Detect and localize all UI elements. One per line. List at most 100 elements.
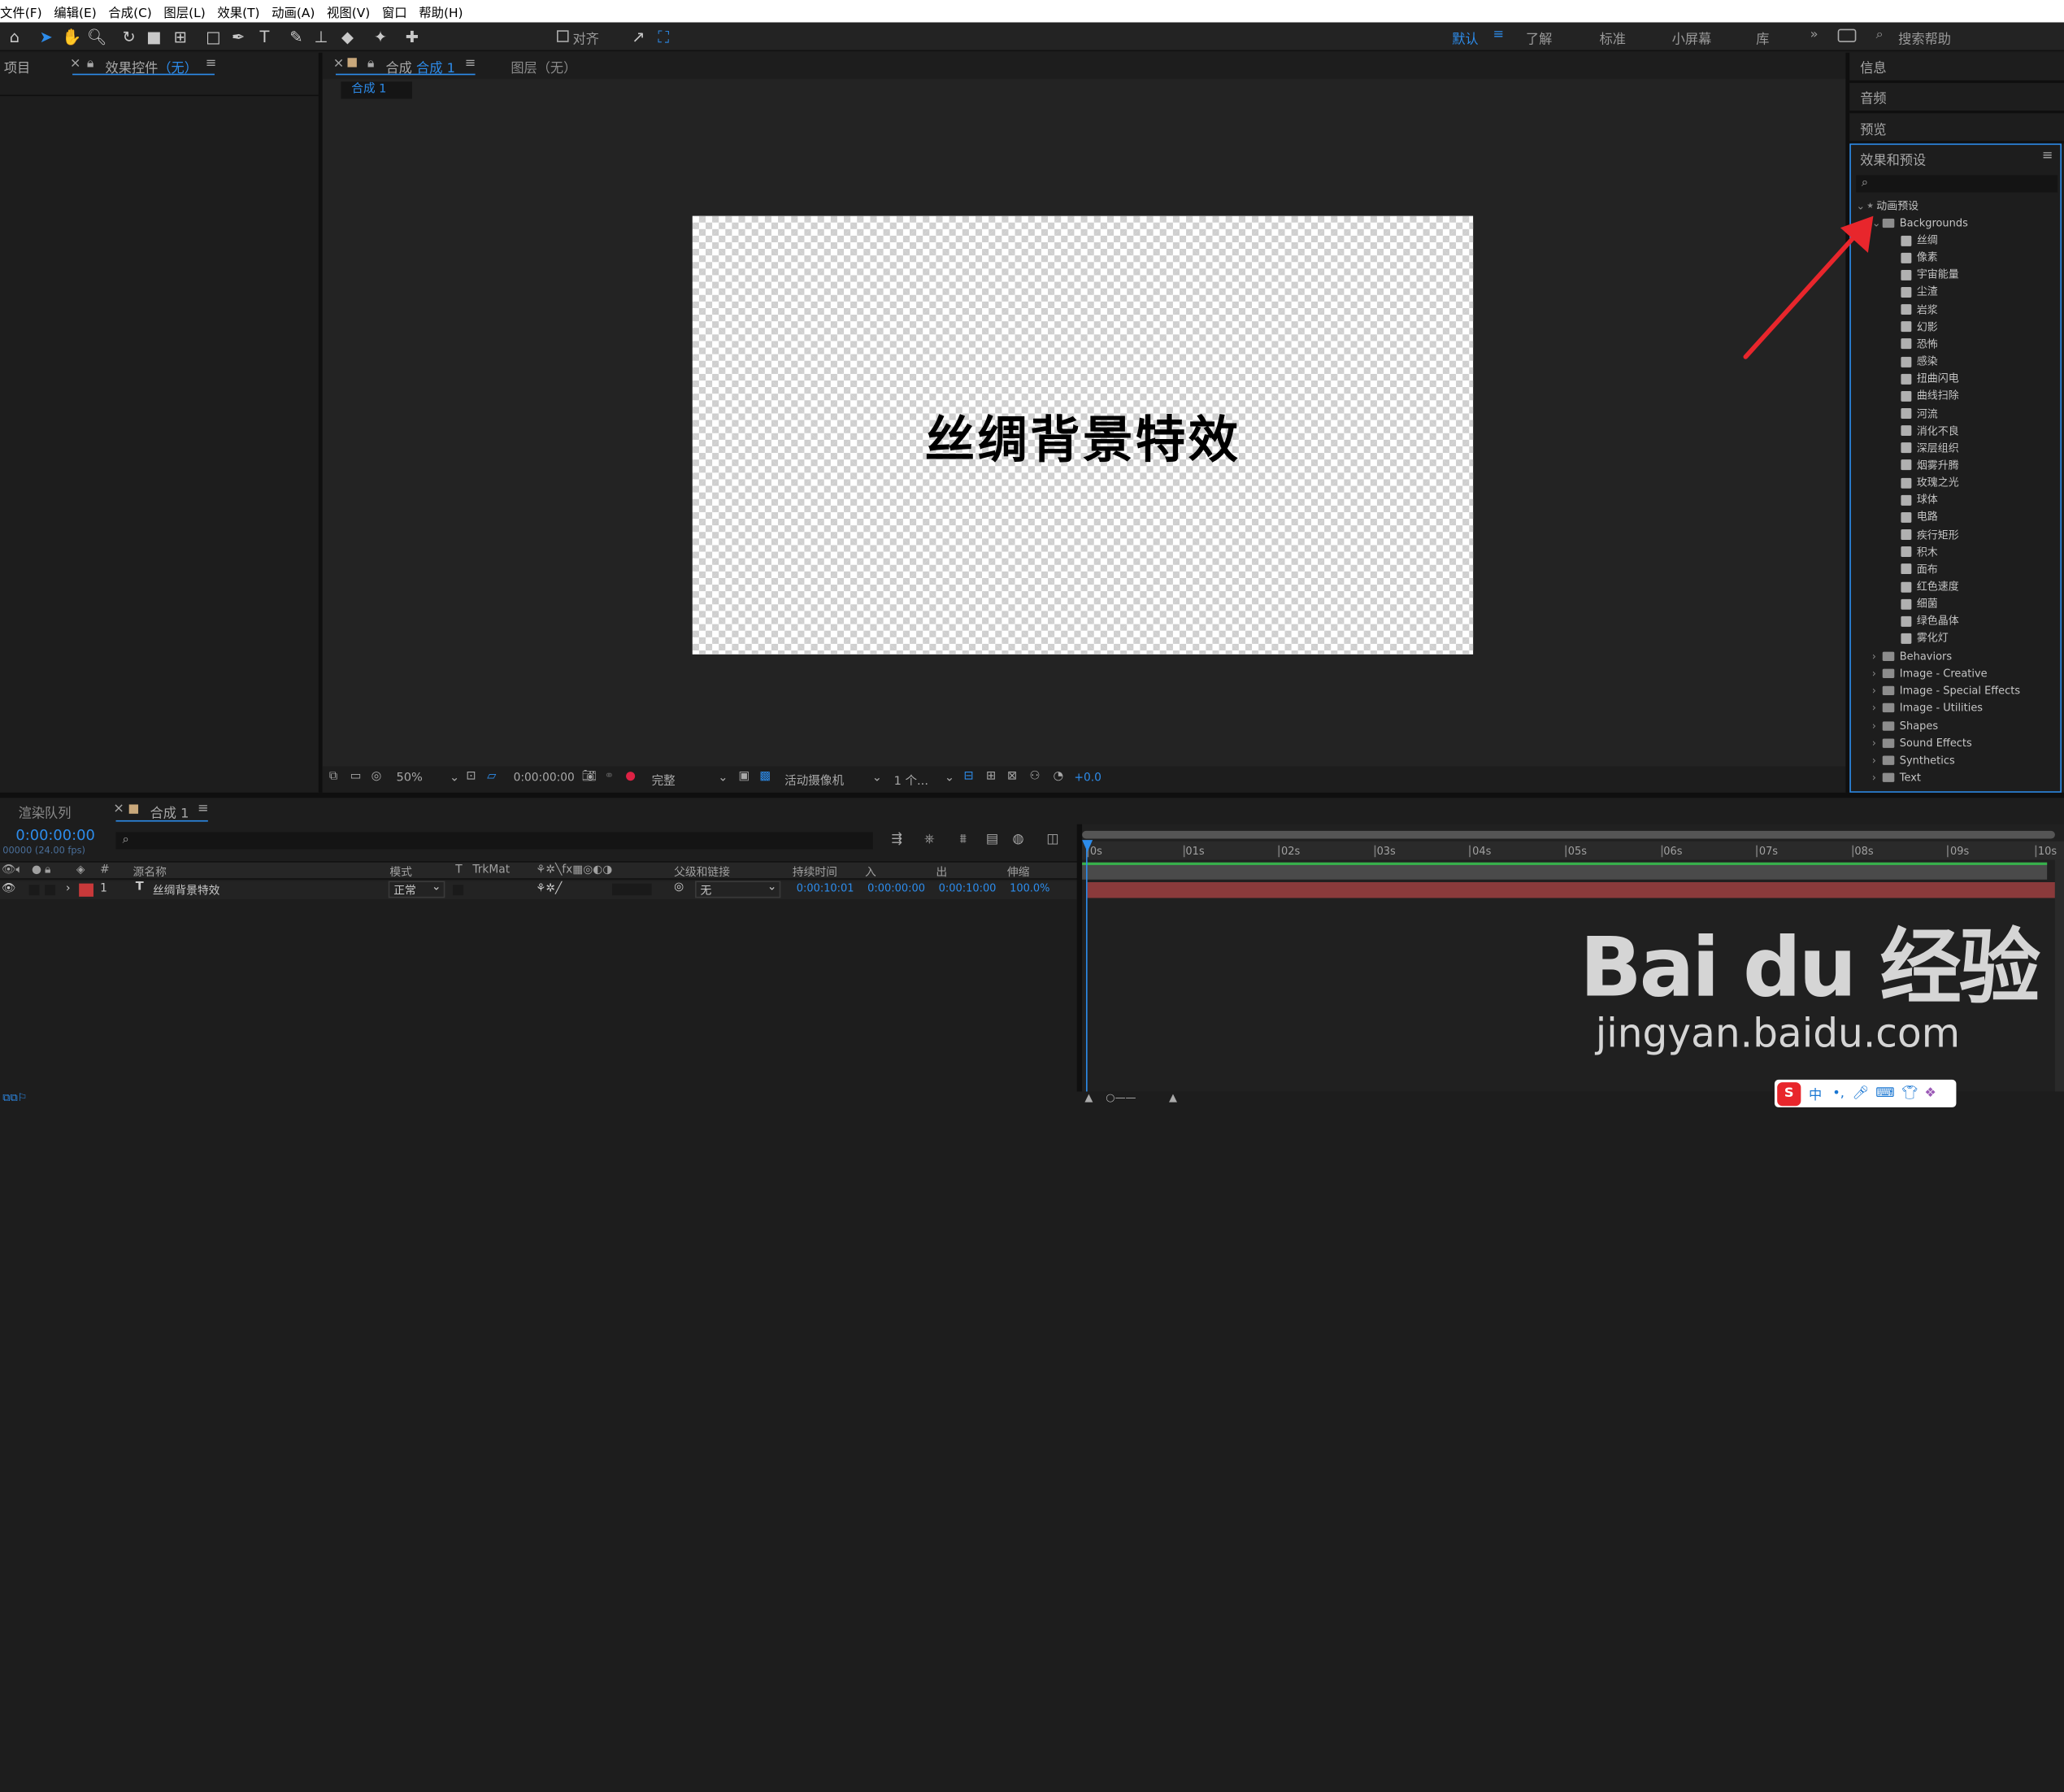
motion-blur-icon[interactable]: ◍ (1012, 832, 1023, 846)
workspace-overflow-icon[interactable]: » (1810, 28, 1818, 42)
screen-icon[interactable] (1837, 28, 1857, 42)
snap-icon[interactable]: ↗ (629, 26, 648, 47)
tab-layer[interactable]: 图层（无） (511, 57, 576, 76)
eye-icon[interactable]: 👁︎ (2, 863, 15, 876)
solo-icon[interactable]: ● (32, 863, 41, 876)
pan-behind-tool-icon[interactable]: ⊞ (172, 26, 190, 47)
puppet-pin-tool-icon[interactable]: ✚ (403, 26, 422, 47)
hand-tool-icon[interactable]: ✋ (62, 26, 81, 47)
tab-render-queue[interactable]: 渲染队列 (19, 802, 72, 822)
workspace-learn[interactable]: 了解 (1526, 28, 1552, 47)
header-duration[interactable]: 持续时间 (793, 863, 837, 880)
fit-icon[interactable]: ⊡ (466, 770, 476, 783)
current-time-indicator[interactable] (1086, 841, 1088, 1092)
comp-breadcrumb[interactable]: 合成 1 (341, 81, 412, 99)
menu-view[interactable]: 视图(V) (327, 2, 370, 20)
preset-item[interactable]: 曲线扫除 (1901, 388, 1959, 405)
layer-duration[interactable]: 0:00:10:01 (797, 882, 854, 894)
align-checkbox[interactable] (557, 30, 569, 42)
header-trkmat[interactable]: TrkMat (472, 863, 510, 876)
menu-file[interactable]: 文件(F) (0, 2, 42, 20)
close-icon[interactable]: × (113, 802, 124, 816)
workspace-small-screen[interactable]: 小屏幕 (1672, 28, 1712, 47)
playhead-icon[interactable] (1082, 840, 1093, 852)
tab-audio[interactable]: 音频 (1860, 87, 1886, 107)
zoom-navigator[interactable] (1082, 830, 2055, 839)
roto-brush-tool-icon[interactable]: ✦ (372, 26, 390, 47)
apps-icon[interactable]: ❖ (1924, 1086, 1936, 1101)
fast-preview-icon[interactable]: ▣ (738, 770, 750, 783)
timeline-search-input[interactable]: ⌕ (115, 832, 873, 850)
lock-icon[interactable]: 🔒︎ (367, 57, 375, 72)
preset-item[interactable]: 雾化灯 (1901, 630, 1949, 647)
panel-menu-icon[interactable]: ≡ (2042, 149, 2053, 163)
exposure-value[interactable]: +0.0 (1074, 772, 1101, 785)
scrollbar[interactable] (2054, 859, 2064, 1092)
microphone-icon[interactable]: 🎤︎ (1853, 1086, 1870, 1101)
menu-layer[interactable]: 图层(L) (163, 2, 205, 20)
audio-icon[interactable]: 🔈︎ (15, 863, 22, 876)
preset-item[interactable]: 岩浆 (1901, 301, 1938, 318)
tree-folder[interactable]: › Sound Effects (1872, 734, 1972, 751)
layer-stretch[interactable]: 100.0% (1010, 882, 1049, 894)
header-stretch[interactable]: 伸缩 (1007, 863, 1030, 880)
monitor-icon[interactable]: ▭ (350, 770, 362, 783)
show-snapshot-icon[interactable]: ⚭ (604, 770, 614, 783)
header-out[interactable]: 出 (936, 863, 947, 880)
solo-toggle[interactable] (28, 885, 40, 896)
rotate-tool-icon[interactable]: ↻ (119, 26, 138, 47)
preset-item[interactable]: 丝绸 (1901, 232, 1938, 249)
preset-item[interactable]: 玫瑰之光 (1901, 474, 1959, 491)
mask-icon[interactable]: ◎ (372, 770, 382, 783)
rectangle-tool-icon[interactable]: □ (204, 26, 223, 47)
panel-menu-icon[interactable]: ≡ (198, 802, 209, 816)
tab-info[interactable]: 信息 (1860, 57, 1886, 76)
shy-icon[interactable]: ⩩ (960, 832, 967, 846)
clone-stamp-tool-icon[interactable]: ⊥ (312, 26, 331, 47)
preset-item[interactable]: 球体 (1901, 491, 1938, 508)
skin-icon[interactable]: 👕︎ (1901, 1086, 1918, 1101)
preset-item[interactable]: 河流 (1901, 405, 1938, 422)
preset-item[interactable]: 细菌 (1901, 595, 1938, 612)
ime-toolbar[interactable]: S 中 •, 🎤︎ ⌨ 👕︎ ❖ (1774, 1079, 1957, 1107)
preset-item[interactable]: 面布 (1901, 561, 1938, 578)
tree-folder[interactable]: › Image - Special Effects (1872, 682, 2020, 699)
type-tool-icon[interactable]: T (255, 26, 274, 47)
panel-menu-icon[interactable]: ≡ (206, 57, 217, 72)
layer-mode-dropdown[interactable]: 正常 ⌄ (388, 881, 445, 898)
home-icon[interactable]: ⌂ (5, 26, 24, 47)
switch-boxes[interactable] (612, 883, 652, 896)
close-icon[interactable]: × (333, 57, 345, 72)
preset-item[interactable]: 绿色晶体 (1901, 613, 1959, 630)
panel-menu-icon[interactable]: ≡ (465, 57, 476, 72)
preset-item[interactable]: 深层组织 (1901, 440, 1959, 457)
lock-icon[interactable]: 🔒︎ (87, 57, 94, 72)
viewer-timecode[interactable]: 0:00:00:00 (514, 772, 575, 785)
tab-project[interactable]: 项目 (4, 57, 30, 76)
comp-canvas[interactable]: 丝绸背景特效 (692, 215, 1474, 655)
layer-out-point[interactable]: 0:00:10:00 (939, 882, 997, 894)
preset-item[interactable]: 尘渣 (1901, 284, 1938, 301)
preset-item[interactable]: 烟雾升腾 (1901, 457, 1959, 474)
always-preview-icon[interactable]: ⧉ (329, 770, 337, 783)
search-help-input[interactable]: 搜索帮助 (1898, 28, 1951, 47)
preset-item[interactable]: 疾行矩形 (1901, 526, 1959, 543)
label-color-swatch[interactable] (79, 883, 93, 897)
menu-window[interactable]: 窗口 (382, 2, 407, 20)
workspace-libraries[interactable]: 库 (1756, 28, 1769, 47)
parent-dropdown[interactable]: 无 ⌄ (695, 881, 781, 898)
preset-item[interactable]: 像素 (1901, 249, 1938, 266)
work-area-bar[interactable] (1082, 862, 2048, 880)
frame-blending-icon[interactable]: ▤ (986, 832, 998, 846)
menu-help[interactable]: 帮助(H) (419, 2, 463, 20)
tree-folder[interactable]: › Image - Creative (1872, 665, 1988, 682)
tree-folder[interactable]: › Shapes (1872, 717, 1938, 734)
comp-flowchart-icon[interactable]: ⇶ (891, 832, 902, 846)
lock-icon[interactable]: 🔒︎ (45, 863, 50, 876)
timeline-icon[interactable]: ⊠ (1007, 770, 1017, 783)
preset-item[interactable]: 扭曲闪电 (1901, 370, 1959, 387)
effects-search-input[interactable]: ⌕ (1856, 175, 2058, 193)
menu-effect[interactable]: 效果(T) (217, 2, 259, 20)
region-icon[interactable]: ▱ (487, 770, 496, 783)
eraser-tool-icon[interactable]: ◆ (338, 26, 357, 47)
